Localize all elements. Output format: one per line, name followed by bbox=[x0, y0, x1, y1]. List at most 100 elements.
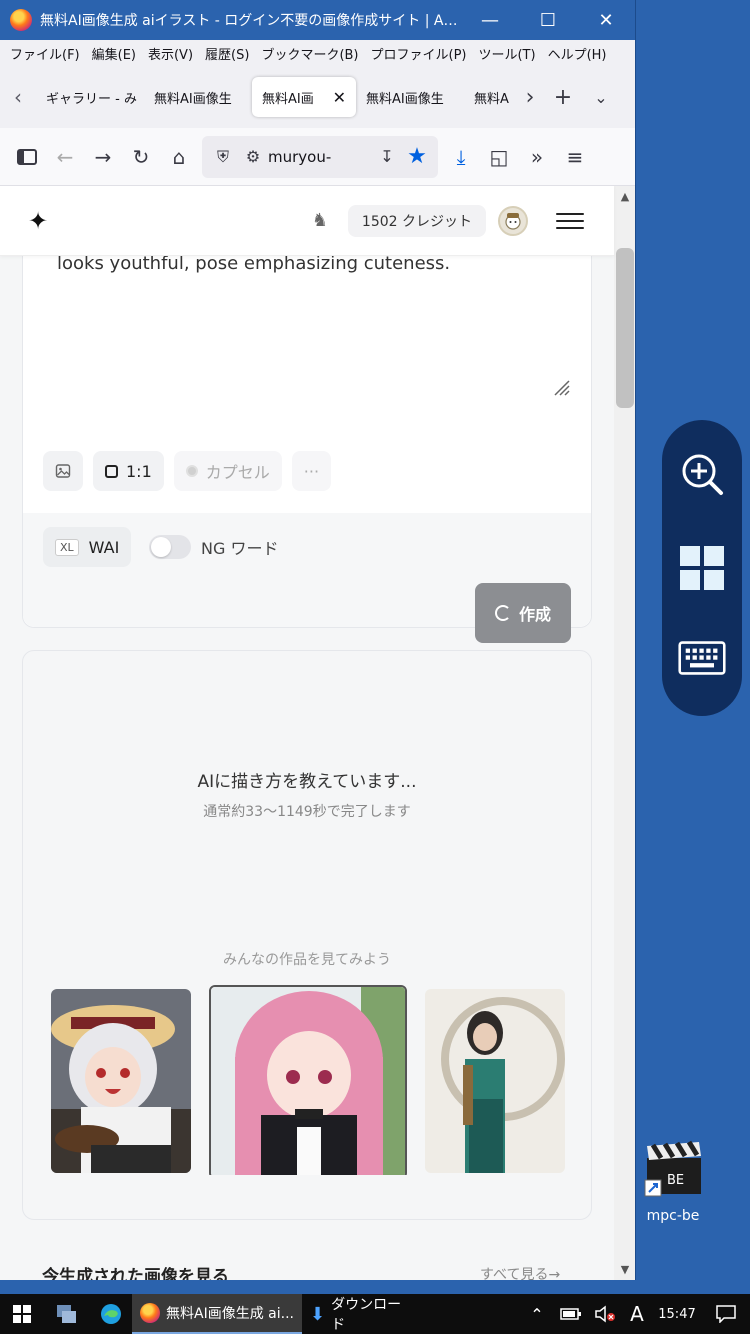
windows-logo-icon bbox=[680, 546, 724, 590]
bookmark-star-icon[interactable]: ★ bbox=[402, 144, 432, 169]
taskbar: 無料AI画像生成 ai... ⬇ ダウンロード ⌃ A 15:47 bbox=[0, 1294, 750, 1334]
extensions-icon[interactable]: ◱ bbox=[480, 138, 518, 176]
image-icon bbox=[55, 464, 71, 478]
tab-aiga-3[interactable]: 無料AI画像生 bbox=[356, 77, 464, 117]
url-text[interactable]: muryou- bbox=[268, 148, 372, 166]
menu-history[interactable]: 履歴(S) bbox=[199, 44, 255, 63]
tab-aiga-1[interactable]: 無料AI画像生 bbox=[144, 77, 252, 117]
tab-scroll-right-icon[interactable]: › bbox=[516, 85, 544, 110]
option-chips: 1:1 カプセル ··· bbox=[43, 451, 332, 491]
save-page-icon[interactable]: ↧ bbox=[372, 147, 402, 166]
ime-indicator[interactable]: A bbox=[622, 1294, 652, 1334]
menu-bookmarks[interactable]: ブックマーク(B) bbox=[255, 44, 364, 63]
toggle-track[interactable] bbox=[149, 535, 191, 559]
keyboard-icon bbox=[678, 641, 726, 675]
resize-handle-icon[interactable] bbox=[551, 377, 571, 397]
battery-icon[interactable] bbox=[554, 1294, 588, 1334]
square-ratio-icon bbox=[105, 464, 118, 478]
list-tabs-icon[interactable]: ⌄ bbox=[582, 88, 620, 107]
navigation-bar: ← → ↻ ⌂ ⛨ ⚙ muryou- ↧ ★ ⤓ ◱ » ≡ bbox=[0, 128, 635, 186]
tab-label: 無料AI画像生 bbox=[154, 91, 232, 107]
taskbar-downloads[interactable]: ⬇ ダウンロード bbox=[302, 1294, 414, 1334]
new-tab-icon[interactable]: + bbox=[544, 85, 582, 110]
site-permissions-icon[interactable]: ⚙ bbox=[238, 147, 268, 166]
menu-file[interactable]: ファイル(F) bbox=[4, 44, 86, 63]
edge-button[interactable] bbox=[90, 1294, 132, 1334]
ng-word-toggle[interactable]: NG ワード bbox=[149, 535, 278, 559]
scrollbar-thumb[interactable] bbox=[616, 248, 634, 408]
page-scrollbar[interactable]: ▲ ▼ bbox=[614, 186, 635, 1280]
generation-eta: 通常約33〜1149秒で完了します bbox=[203, 804, 411, 820]
model-label: WAI bbox=[88, 537, 120, 557]
keyboard-button[interactable] bbox=[678, 634, 726, 682]
scroll-up-icon[interactable]: ▲ bbox=[614, 190, 635, 203]
clapperboard-icon: BE bbox=[644, 1140, 701, 1197]
address-bar[interactable]: ⛨ ⚙ muryou- ↧ ★ bbox=[202, 135, 438, 178]
home-icon[interactable]: ⌂ bbox=[160, 138, 198, 176]
desktop-icon-mpc-be[interactable]: BE mpc-be bbox=[640, 1140, 706, 1224]
recent-images-title: 今生成された画像を見る bbox=[42, 1267, 229, 1280]
edge-icon bbox=[101, 1304, 121, 1324]
bell-icon[interactable]: ♞ bbox=[300, 210, 340, 231]
windows-logo-icon bbox=[13, 1305, 31, 1323]
menu-edit[interactable]: 編集(E) bbox=[86, 44, 142, 63]
avatar[interactable] bbox=[498, 205, 528, 236]
image-upload-button[interactable] bbox=[43, 451, 83, 491]
xl-badge: XL bbox=[55, 538, 79, 556]
notification-icon[interactable] bbox=[702, 1294, 750, 1334]
task-view-button[interactable] bbox=[44, 1294, 90, 1334]
sparkle-logo-icon[interactable]: ✦ bbox=[0, 207, 76, 235]
firefox-logo-icon bbox=[10, 9, 32, 31]
zoom-in-button[interactable] bbox=[678, 450, 726, 498]
windows-start-button[interactable] bbox=[678, 544, 726, 592]
menu-view[interactable]: 表示(V) bbox=[142, 44, 199, 63]
volume-muted-icon[interactable] bbox=[588, 1294, 622, 1334]
aspect-ratio-button[interactable]: 1:1 bbox=[93, 451, 164, 491]
menu-tools[interactable]: ツール(T) bbox=[472, 44, 541, 63]
shield-icon[interactable]: ⛨ bbox=[208, 147, 238, 167]
sidebar-icon[interactable] bbox=[8, 138, 46, 176]
tab-close-icon[interactable]: ✕ bbox=[333, 88, 346, 107]
tab-gallery[interactable]: ギャラリー - み bbox=[36, 77, 144, 117]
overflow-menu-icon[interactable]: » bbox=[518, 138, 556, 176]
create-button[interactable]: 作成 bbox=[475, 583, 571, 643]
tab-aiga-4[interactable]: 無料A bbox=[464, 77, 516, 117]
capsule-button[interactable]: カプセル bbox=[173, 451, 282, 491]
back-icon[interactable]: ← bbox=[46, 138, 84, 176]
form-footer: XL WAI NG ワード 作成 bbox=[23, 513, 591, 643]
scroll-down-icon[interactable]: ▼ bbox=[614, 1263, 635, 1276]
close-button[interactable]: ✕ bbox=[577, 0, 635, 40]
tray-overflow-icon[interactable]: ⌃ bbox=[520, 1294, 554, 1334]
hamburger-menu-icon[interactable] bbox=[556, 208, 584, 234]
taskbar-firefox[interactable]: 無料AI画像生成 ai... bbox=[132, 1294, 302, 1334]
tab-label: 無料A bbox=[474, 91, 509, 107]
title-bar[interactable]: 無料AI画像生成 aiイラスト - ログイン不要の画像作成サイト | AIGA.… bbox=[0, 0, 635, 40]
menu-help[interactable]: ヘルプ(H) bbox=[542, 44, 613, 63]
clock[interactable]: 15:47 bbox=[652, 1294, 702, 1334]
gallery-image-2[interactable] bbox=[209, 985, 407, 1175]
taskbar-downloads-label: ダウンロード bbox=[331, 1297, 402, 1333]
see-all-link[interactable]: すべて見る→ bbox=[480, 1264, 560, 1280]
credits-badge[interactable]: 1502 クレジット bbox=[347, 204, 486, 237]
gallery-image-1[interactable] bbox=[51, 989, 191, 1173]
maximize-button[interactable]: ☐ bbox=[519, 0, 577, 40]
tab-aiga-active[interactable]: 無料AI画 ✕ bbox=[252, 77, 356, 117]
tab-scroll-left-icon[interactable]: ‹ bbox=[0, 85, 36, 109]
spinner-icon bbox=[494, 605, 511, 621]
more-options-button[interactable]: ··· bbox=[291, 451, 332, 491]
toggle-knob bbox=[151, 537, 171, 557]
menu-profiles[interactable]: プロファイル(P) bbox=[365, 44, 473, 63]
tab-label: ギャラリー - み bbox=[46, 91, 137, 107]
firefox-icon bbox=[140, 1303, 160, 1323]
downloads-icon[interactable]: ⤓ bbox=[442, 138, 480, 176]
start-button[interactable] bbox=[0, 1294, 44, 1334]
prompt-textarea[interactable]: looks youthful, pose emphasizing cutenes… bbox=[57, 253, 450, 274]
forward-icon[interactable]: → bbox=[84, 138, 122, 176]
floating-tool-panel bbox=[662, 420, 742, 716]
app-menu-icon[interactable]: ≡ bbox=[556, 138, 594, 176]
model-select-button[interactable]: XL WAI bbox=[43, 527, 132, 567]
reload-icon[interactable]: ↻ bbox=[122, 138, 160, 176]
minimize-button[interactable]: — bbox=[461, 0, 519, 40]
gallery-image-3[interactable] bbox=[425, 989, 565, 1173]
create-label: 作成 bbox=[518, 605, 551, 624]
